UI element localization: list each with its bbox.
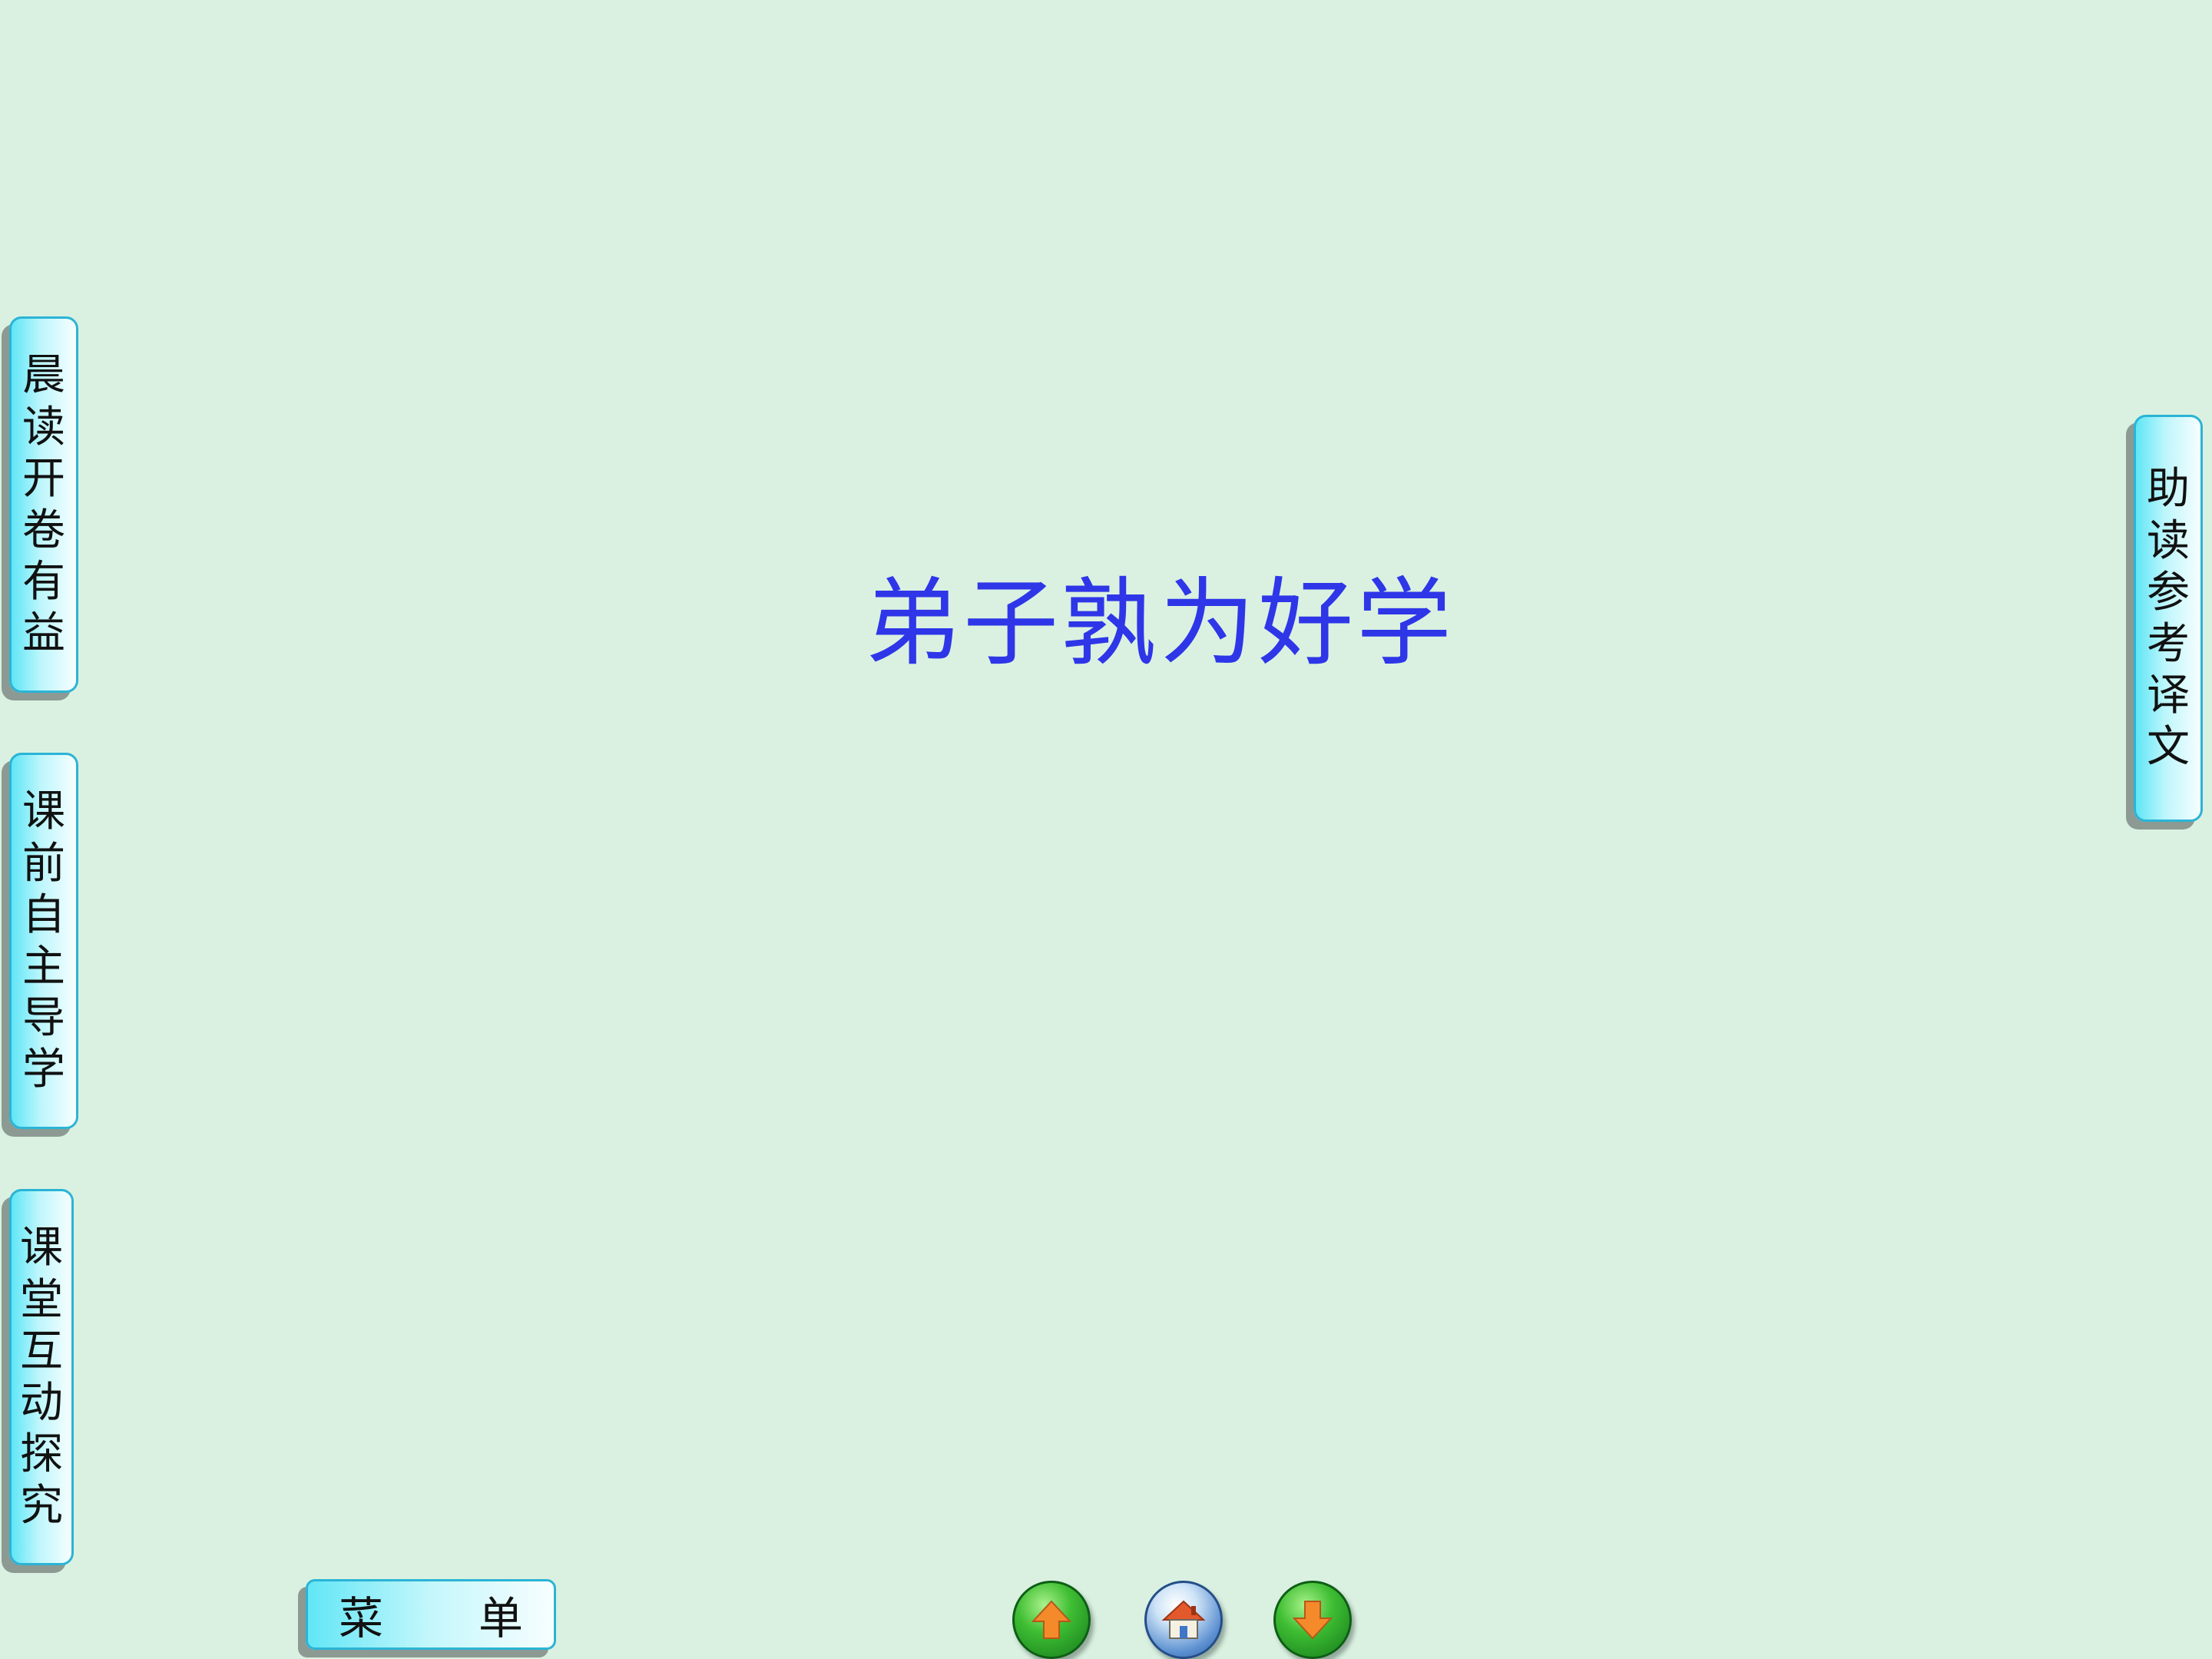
tab-morning-reading-label: 晨读开卷有益 — [22, 350, 65, 659]
tab-classroom-interaction-label: 课堂互动探究 — [20, 1223, 63, 1532]
previous-button[interactable] — [1012, 1581, 1091, 1659]
tab-morning-reading[interactable]: 晨读开卷有益 — [9, 316, 78, 693]
menu-label-char-1: 菜 — [339, 1592, 384, 1644]
down-arrow-icon — [1292, 1601, 1333, 1640]
tab-reading-aid-translation-label: 助读参考译文 — [2147, 464, 2190, 773]
page-title: 弟子孰为好学 — [864, 568, 1455, 679]
home-icon — [1161, 1600, 1206, 1639]
home-button[interactable] — [1144, 1581, 1223, 1659]
menu-label-char-2: 单 — [478, 1592, 523, 1644]
tab-preclass-self-study-label: 课前自主导学 — [22, 786, 65, 1095]
next-button[interactable] — [1273, 1581, 1352, 1659]
tab-classroom-interaction[interactable]: 课堂互动探究 — [9, 1189, 74, 1565]
tab-reading-aid-translation[interactable]: 助读参考译文 — [2134, 415, 2203, 822]
up-arrow-icon — [1031, 1600, 1072, 1639]
menu-button[interactable]: 菜 单 — [306, 1579, 556, 1650]
tab-preclass-self-study[interactable]: 课前自主导学 — [9, 753, 78, 1129]
